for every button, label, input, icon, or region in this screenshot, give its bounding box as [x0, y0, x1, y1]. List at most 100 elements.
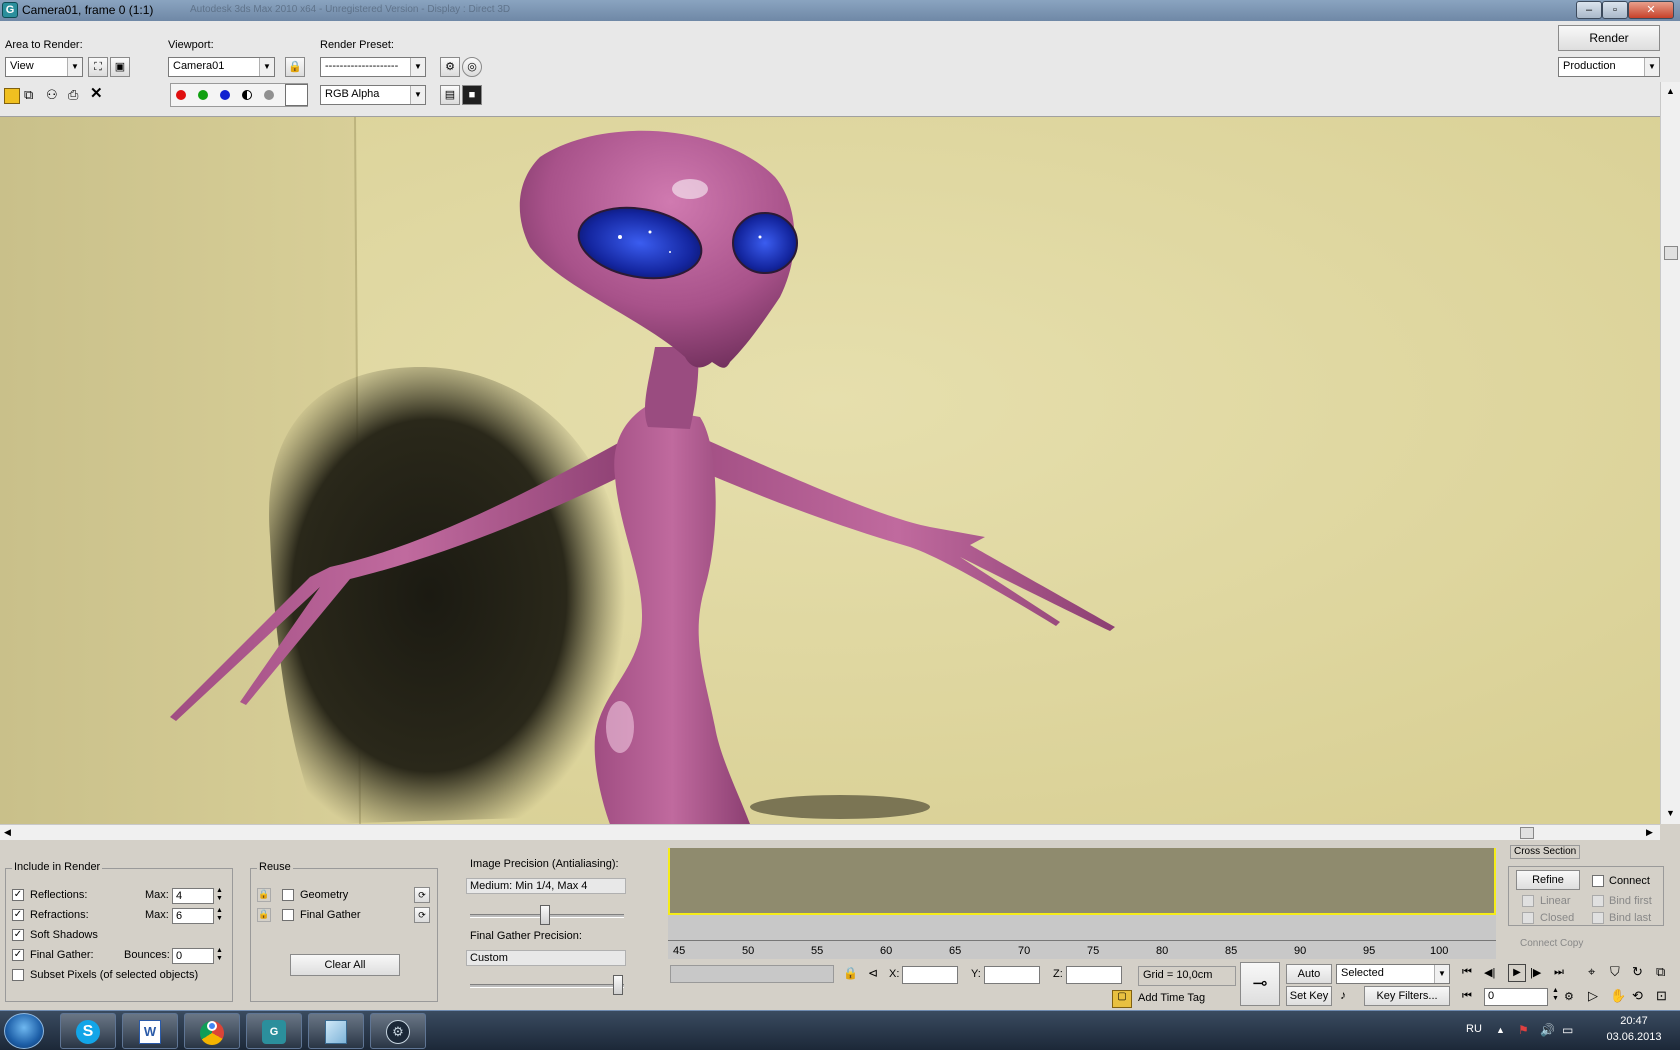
add-time-tag[interactable]: Add Time Tag: [1138, 992, 1205, 1004]
clear-all-button[interactable]: Clear All: [290, 954, 400, 976]
subset-checkbox[interactable]: [12, 969, 24, 981]
y-input[interactable]: [984, 966, 1040, 984]
skype-icon[interactable]: S: [60, 1013, 116, 1049]
3dsmax-icon[interactable]: G: [246, 1013, 302, 1049]
render-mode-dropdown[interactable]: Production ▼: [1558, 57, 1660, 77]
spinner-icon[interactable]: ▲ ▼: [216, 907, 223, 923]
print-icon[interactable]: ⎙: [68, 88, 84, 104]
maximize-button[interactable]: ▫: [1602, 1, 1628, 19]
key-filters-button[interactable]: Key Filters...: [1364, 986, 1450, 1006]
scroll-thumb[interactable]: [1520, 827, 1534, 839]
final-gather-checkbox[interactable]: ✓: [12, 949, 24, 961]
auto-region-icon[interactable]: ▣: [110, 57, 130, 77]
render-setup-icon[interactable]: ⚙: [440, 57, 460, 77]
horizontal-scrollbar[interactable]: ◀ ▶: [0, 824, 1660, 840]
set-key-button[interactable]: Set Key: [1286, 986, 1332, 1006]
clone-frame-icon[interactable]: ⚇: [46, 88, 62, 104]
blue-channel-icon[interactable]: [220, 90, 230, 100]
save-image-icon[interactable]: [4, 88, 20, 104]
soft-shadows-checkbox[interactable]: ✓: [12, 929, 24, 941]
viewport-dropdown[interactable]: Camera01 ▼: [168, 57, 275, 77]
tray-expand-icon[interactable]: ▲: [1496, 1025, 1505, 1035]
toggle-overlays-icon[interactable]: ■: [462, 85, 482, 105]
clock-time[interactable]: 20:47: [1604, 1015, 1664, 1027]
refresh-icon[interactable]: ⟳: [414, 907, 430, 923]
reflections-checkbox[interactable]: ✓: [12, 889, 24, 901]
field-of-view-icon[interactable]: ▷: [1588, 988, 1598, 1004]
lock-icon[interactable]: 🔒: [285, 57, 305, 77]
scroll-up-icon[interactable]: ▲: [1666, 86, 1675, 96]
image-precision-thumb[interactable]: [540, 905, 550, 925]
vertical-scrollbar[interactable]: ▲ ▼: [1660, 82, 1680, 824]
alpha-channel-icon[interactable]: [242, 90, 252, 100]
time-config-icon[interactable]: ⚙: [1564, 990, 1574, 1003]
notepad-icon[interactable]: [308, 1013, 364, 1049]
environment-icon[interactable]: ◎: [462, 57, 482, 77]
copy-image-icon[interactable]: ⧉: [24, 88, 40, 104]
refine-button[interactable]: Refine: [1516, 870, 1580, 890]
app-icon[interactable]: G: [2, 2, 18, 18]
render-button[interactable]: Render: [1558, 25, 1660, 51]
zoom-all-icon[interactable]: ⛉: [1610, 964, 1620, 980]
toggle-ui-icon[interactable]: ▤: [440, 85, 460, 105]
word-icon[interactable]: W: [122, 1013, 178, 1049]
scroll-right-icon[interactable]: ▶: [1646, 827, 1653, 838]
auto-key-button[interactable]: Auto Key: [1286, 964, 1332, 998]
max-reflections-input[interactable]: 4: [172, 888, 214, 904]
lock-selection-icon[interactable]: 🔒: [843, 966, 858, 980]
clock-date[interactable]: 03.06.2013: [1598, 1031, 1670, 1043]
x-input[interactable]: [902, 966, 958, 984]
clear-icon[interactable]: ✕: [90, 86, 106, 103]
min-max-toggle-icon[interactable]: ⊡: [1656, 988, 1667, 1004]
network-icon[interactable]: ▭: [1562, 1023, 1573, 1037]
scroll-down-icon[interactable]: ▼: [1666, 808, 1675, 818]
minimize-button[interactable]: –: [1576, 1, 1602, 19]
scroll-left-icon[interactable]: ◀: [4, 827, 11, 838]
language-indicator[interactable]: RU: [1466, 1023, 1482, 1035]
key-mode-icon[interactable]: ♪: [1340, 988, 1360, 1006]
cross-section-button[interactable]: Cross Section: [1510, 845, 1580, 859]
bind-last-checkbox[interactable]: [1592, 912, 1604, 924]
mono-icon[interactable]: [264, 90, 274, 100]
refresh-icon[interactable]: ⟳: [414, 887, 430, 903]
max-refractions-input[interactable]: 6: [172, 908, 214, 924]
vscroll-thumb[interactable]: [1664, 246, 1678, 260]
go-to-start-icon[interactable]: ⏮: [1462, 966, 1472, 979]
transform-mode-icon[interactable]: ⊲: [868, 966, 878, 980]
fg-precision-slider[interactable]: [470, 984, 624, 988]
lock-icon[interactable]: 🔒: [257, 908, 271, 922]
play-icon[interactable]: ▶: [1508, 964, 1526, 982]
maximize-viewport-icon[interactable]: ⧉: [1656, 964, 1665, 980]
track-view-area[interactable]: [668, 848, 1496, 915]
zoom-icon[interactable]: ⌖: [1588, 964, 1595, 980]
color-swatch[interactable]: [285, 84, 308, 106]
orbit-camera-icon[interactable]: ⟲: [1632, 988, 1643, 1004]
spinner-icon[interactable]: ▲ ▼: [1552, 987, 1559, 1003]
spinner-icon[interactable]: ▲ ▼: [216, 947, 223, 963]
pan-icon[interactable]: ✋: [1610, 988, 1626, 1004]
volume-icon[interactable]: 🔊: [1540, 1023, 1555, 1037]
steam-icon[interactable]: ⚙: [370, 1013, 426, 1049]
refractions-checkbox[interactable]: ✓: [12, 909, 24, 921]
red-channel-icon[interactable]: [176, 90, 186, 100]
area-dropdown[interactable]: View ▼: [5, 57, 83, 77]
action-center-icon[interactable]: ⚑: [1518, 1023, 1529, 1037]
key-set-dropdown[interactable]: Selected ▼: [1336, 964, 1450, 984]
spinner-icon[interactable]: ▲ ▼: [216, 887, 223, 903]
bind-first-checkbox[interactable]: [1592, 895, 1604, 907]
linear-checkbox[interactable]: [1522, 895, 1534, 907]
set-key-icon[interactable]: ⊸: [1240, 962, 1280, 1006]
close-button[interactable]: ✕: [1628, 1, 1674, 19]
orbit-icon[interactable]: ↻: [1632, 964, 1643, 980]
edit-region-icon[interactable]: ⛶: [88, 57, 108, 77]
chrome-icon[interactable]: [184, 1013, 240, 1049]
key-mode-toggle-icon[interactable]: ⏮: [1462, 990, 1472, 1003]
geometry-checkbox[interactable]: [282, 889, 294, 901]
closed-checkbox[interactable]: [1522, 912, 1534, 924]
next-frame-icon[interactable]: |▶: [1530, 966, 1541, 979]
green-channel-icon[interactable]: [198, 90, 208, 100]
z-input[interactable]: [1066, 966, 1122, 984]
bounces-input[interactable]: 0: [172, 948, 214, 964]
preset-dropdown[interactable]: -------------------- ▼: [320, 57, 426, 77]
previous-frame-icon[interactable]: ◀|: [1484, 966, 1495, 979]
